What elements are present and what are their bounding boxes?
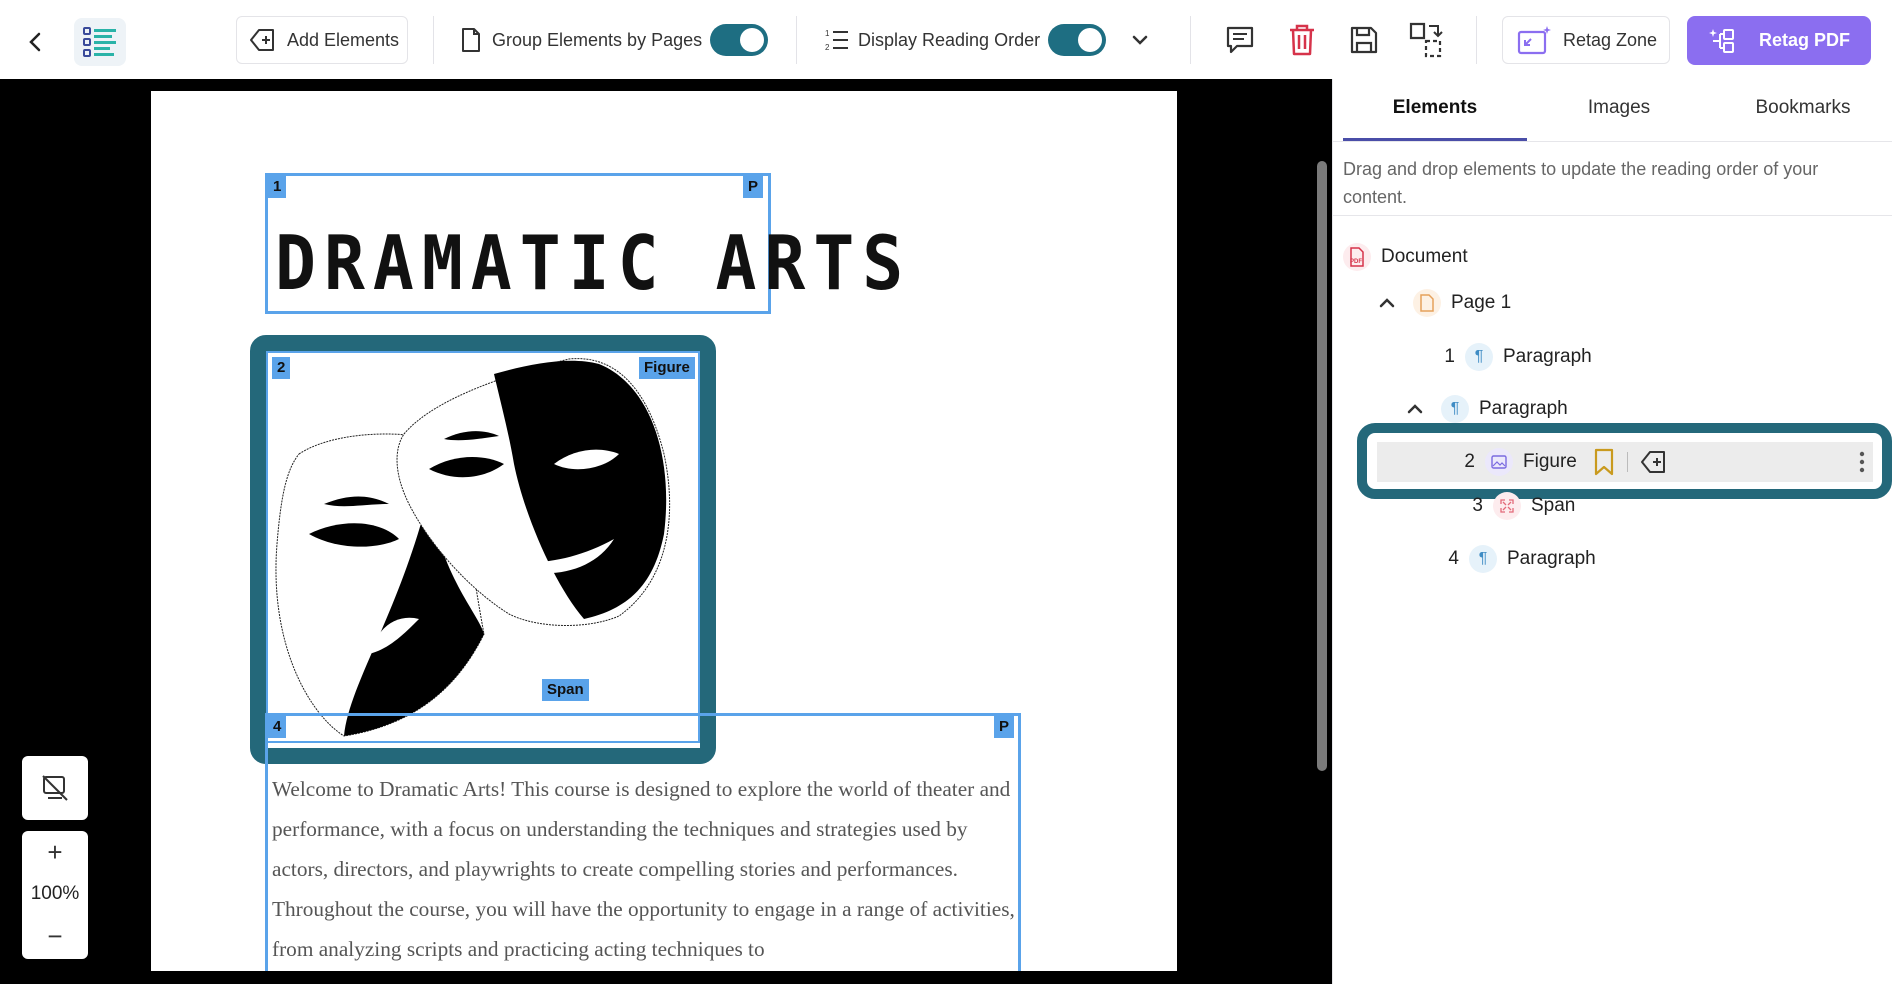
retag-pdf-icon bbox=[1709, 27, 1737, 55]
trash-icon[interactable] bbox=[1280, 18, 1324, 62]
group-by-pages-toggle[interactable] bbox=[710, 24, 769, 56]
tab-bookmarks[interactable]: Bookmarks bbox=[1711, 97, 1892, 119]
tag-order-badge: 1 bbox=[268, 176, 287, 198]
tree-item-label: Paragraph bbox=[1503, 346, 1592, 367]
tag-type-badge: P bbox=[994, 716, 1015, 738]
tag-type-badge: P bbox=[743, 176, 764, 198]
divider bbox=[1190, 16, 1191, 64]
retag-pdf-label: Retag PDF bbox=[1759, 30, 1851, 50]
group-by-pages-label: Group Elements by Pages bbox=[492, 29, 703, 50]
tree-item-span-3[interactable]: 3 Span bbox=[1467, 492, 1575, 520]
display-reading-order-label: Display Reading Order bbox=[858, 29, 1041, 50]
tree-item-page-1[interactable]: Page 1 bbox=[1377, 289, 1511, 317]
pdf-icon: PDF bbox=[1343, 243, 1371, 271]
retag-pdf-button[interactable]: Retag PDF bbox=[1687, 16, 1871, 65]
tree-item-paragraph-1[interactable]: 1 ¶ Paragraph bbox=[1439, 343, 1592, 371]
zoom-control: + 100% − bbox=[22, 831, 88, 959]
tree-item-label: Document bbox=[1381, 246, 1468, 267]
chevron-up-icon[interactable] bbox=[1377, 293, 1403, 313]
tree-item-document[interactable]: PDF Document bbox=[1343, 243, 1468, 271]
theater-masks-image bbox=[269, 354, 697, 740]
toggle-knob bbox=[740, 28, 765, 52]
zoom-out-button[interactable]: − bbox=[22, 921, 88, 952]
fit-page-button[interactable] bbox=[22, 756, 88, 820]
tree-item-label: Paragraph bbox=[1479, 398, 1568, 419]
row-divider bbox=[1626, 452, 1628, 472]
divider bbox=[1333, 215, 1892, 216]
comment-icon[interactable] bbox=[1218, 18, 1262, 62]
tag-plus-icon[interactable] bbox=[1640, 449, 1670, 475]
viewer-scrollbar[interactable] bbox=[1317, 161, 1327, 771]
toolbar: Add Elements Group Elements by Pages 12 … bbox=[0, 0, 1892, 80]
tab-elements[interactable]: Elements bbox=[1343, 97, 1527, 119]
elements-sidebar: Elements Images Bookmarks Drag and drop … bbox=[1332, 79, 1892, 984]
swap-pages-icon[interactable] bbox=[1404, 18, 1448, 62]
svg-text:2: 2 bbox=[825, 43, 830, 52]
tree-item-label: Paragraph bbox=[1507, 548, 1596, 569]
page-icon bbox=[1413, 289, 1441, 317]
more-options-icon[interactable] bbox=[1859, 451, 1865, 473]
zoom-in-button[interactable]: + bbox=[22, 837, 88, 868]
divider bbox=[1333, 141, 1892, 142]
reading-order-number: 4 bbox=[1448, 548, 1459, 569]
divider bbox=[796, 16, 797, 64]
add-elements-label: Add Elements bbox=[287, 29, 400, 50]
paragraph-icon: ¶ bbox=[1441, 395, 1469, 423]
toggle-knob bbox=[1078, 28, 1103, 52]
document-title: DRAMATIC ARTS bbox=[275, 221, 912, 308]
paragraph-icon: ¶ bbox=[1469, 545, 1497, 573]
drag-drop-hint: Drag and drop elements to update the rea… bbox=[1343, 159, 1819, 207]
tree-item-label: Span bbox=[1531, 495, 1576, 516]
retag-zone-icon bbox=[1517, 25, 1551, 55]
divider bbox=[433, 16, 434, 64]
fit-page-icon bbox=[40, 773, 70, 803]
image-icon bbox=[1485, 448, 1513, 476]
reading-order-number: 3 bbox=[1472, 495, 1483, 516]
add-elements-button[interactable]: Add Elements bbox=[236, 16, 408, 64]
save-icon[interactable] bbox=[1342, 18, 1386, 62]
tree-item-label: Page 1 bbox=[1451, 292, 1512, 313]
document-body-paragraph: Welcome to Dramatic Arts! This course is… bbox=[272, 777, 1015, 961]
span-icon bbox=[1493, 492, 1521, 520]
paragraph-icon: ¶ bbox=[1465, 343, 1493, 371]
group-by-pages-control: Group Elements by Pages bbox=[460, 16, 769, 64]
chevron-up-icon[interactable] bbox=[1405, 399, 1431, 419]
display-reading-order-toggle[interactable] bbox=[1048, 24, 1107, 56]
page-icon bbox=[460, 27, 482, 53]
tab-images[interactable]: Images bbox=[1527, 97, 1711, 119]
divider bbox=[1476, 16, 1477, 64]
tag-order-badge: 4 bbox=[268, 716, 287, 738]
retag-zone-label: Retag Zone bbox=[1563, 29, 1658, 50]
element-list-icon[interactable] bbox=[74, 18, 126, 66]
svg-text:PDF: PDF bbox=[1350, 259, 1362, 265]
tag-type-badge-span: Span bbox=[542, 679, 589, 701]
bookmark-icon[interactable] bbox=[1593, 448, 1615, 476]
chevron-down-icon[interactable] bbox=[1118, 18, 1162, 62]
tree-item-figure-2[interactable]: 2 Figure bbox=[1377, 442, 1873, 482]
back-icon[interactable] bbox=[14, 20, 58, 64]
reading-order-number: 1 bbox=[1444, 346, 1455, 367]
retag-zone-button[interactable]: Retag Zone bbox=[1502, 16, 1670, 64]
reading-order-icon: 12 bbox=[824, 27, 850, 53]
tree-item-paragraph-4[interactable]: 4 ¶ Paragraph bbox=[1443, 545, 1596, 573]
zoom-level: 100% bbox=[30, 883, 80, 904]
tree-item-label: Figure bbox=[1523, 451, 1577, 472]
svg-text:1: 1 bbox=[825, 29, 830, 38]
reading-order-number: 2 bbox=[1464, 451, 1475, 472]
tree-item-paragraph-group[interactable]: ¶ Paragraph bbox=[1405, 395, 1568, 423]
tag-plus-icon bbox=[249, 27, 279, 53]
pdf-page: 1 P DRAMATIC ARTS 2 Figure Span 4 P Welc… bbox=[151, 91, 1177, 971]
document-viewer: 1 P DRAMATIC ARTS 2 Figure Span 4 P Welc… bbox=[0, 79, 1332, 984]
display-reading-order-control: 12 Display Reading Order bbox=[824, 16, 1107, 64]
